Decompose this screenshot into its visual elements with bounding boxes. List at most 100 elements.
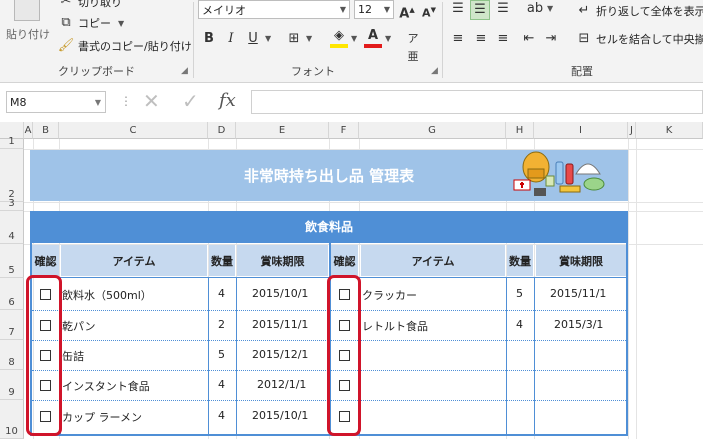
- underline-button[interactable]: U: [244, 30, 262, 48]
- font-color-icon[interactable]: A: [364, 28, 382, 48]
- header-qty-left: 数量: [209, 245, 235, 276]
- formula-input[interactable]: [251, 90, 703, 114]
- sheet-title-text: 非常時持ち出し品 管理表: [243, 167, 415, 185]
- decrease-indent-icon[interactable]: ⇤: [520, 30, 538, 48]
- paste-button[interactable]: 貼り付け: [4, 0, 50, 48]
- font-name-select[interactable]: メイリオ ▼: [198, 0, 350, 19]
- expiry-cell[interactable]: 2015/11/1: [252, 318, 308, 331]
- chevron-down-icon[interactable]: ▼: [265, 34, 271, 43]
- cut-button[interactable]: ✂ 切り取り: [57, 0, 122, 10]
- column-header-k[interactable]: K: [636, 122, 703, 139]
- align-center-icon[interactable]: ≡: [472, 30, 490, 48]
- column-header-i[interactable]: I: [534, 122, 628, 139]
- bold-button[interactable]: B: [200, 30, 218, 48]
- phonetic-icon[interactable]: ア亜: [404, 30, 422, 63]
- backpack-pocket: [527, 168, 545, 179]
- item-cell[interactable]: レトルト食品: [362, 318, 428, 334]
- column-header-c[interactable]: C: [59, 122, 208, 139]
- bottle-shape: [555, 161, 564, 185]
- column-header-f[interactable]: F: [329, 122, 359, 139]
- insert-function-icon[interactable]: fx: [219, 90, 236, 111]
- chevron-down-icon[interactable]: ▼: [547, 4, 553, 13]
- column-header-b[interactable]: B: [33, 122, 59, 139]
- column-header-h[interactable]: H: [506, 122, 534, 139]
- grow-font-icon[interactable]: A▲: [398, 1, 416, 21]
- gridline: [628, 139, 629, 439]
- italic-button[interactable]: I: [222, 30, 240, 48]
- header-expiry-left: 賞味期限: [237, 245, 328, 276]
- ribbon: 貼り付け ✂ 切り取り ⧉ コピー ▼ 🖌 書式のコピー/貼り付け クリップボー…: [0, 0, 703, 83]
- cancel-icon[interactable]: ✕: [143, 89, 160, 113]
- increase-indent-icon[interactable]: ⇥: [542, 30, 560, 48]
- font-size-select[interactable]: 12 ▼: [354, 0, 394, 19]
- chevron-down-icon[interactable]: ▼: [306, 34, 312, 43]
- align-top-icon[interactable]: ☰: [449, 0, 467, 18]
- qty-cell[interactable]: 5: [218, 348, 225, 361]
- highlight-box-right: [327, 275, 361, 436]
- expiry-cell[interactable]: 2012/1/1: [257, 378, 306, 391]
- expiry-cell[interactable]: 2015/12/1: [252, 348, 308, 361]
- emergency-goods-illustration: [513, 151, 605, 196]
- merge-center-label: セルを結合して中央揃え: [596, 33, 703, 46]
- expiry-cell[interactable]: 2015/11/1: [550, 287, 606, 300]
- item-cell[interactable]: 飲料水（500ml）: [62, 287, 152, 303]
- format-painter-button[interactable]: 🖌 書式のコピー/貼り付け: [57, 37, 192, 55]
- qty-cell[interactable]: 4: [218, 287, 225, 300]
- row-header-2[interactable]: 2: [0, 149, 24, 202]
- clipboard-launcher-icon[interactable]: ◢: [181, 66, 188, 76]
- row-header-9[interactable]: 9: [0, 370, 24, 400]
- item-cell[interactable]: インスタント食品: [62, 378, 150, 394]
- enter-icon[interactable]: ✓: [182, 89, 199, 113]
- row-header-5[interactable]: 5: [0, 244, 24, 278]
- align-bottom-icon[interactable]: ☰: [494, 0, 512, 18]
- row-header-4[interactable]: 4: [0, 211, 24, 244]
- header-qty-right: 数量: [507, 245, 533, 276]
- column-header-a[interactable]: A: [24, 122, 33, 139]
- header-check-left: 確認: [32, 245, 59, 276]
- column-header-g[interactable]: G: [359, 122, 506, 139]
- fill-color-icon[interactable]: ◈: [330, 28, 348, 48]
- item-cell[interactable]: 乾パン: [62, 318, 96, 334]
- chevron-down-icon[interactable]: ▼: [385, 34, 391, 43]
- group-divider: [193, 2, 194, 78]
- qty-cell[interactable]: 4: [218, 378, 225, 391]
- row-header-10[interactable]: 10: [0, 400, 24, 439]
- row-header-6[interactable]: 6: [0, 278, 24, 310]
- qty-cell[interactable]: 4: [516, 318, 523, 331]
- row-header-1[interactable]: 1: [0, 136, 24, 149]
- row-header-3[interactable]: 3: [0, 198, 24, 211]
- item-cell[interactable]: クラッカー: [362, 287, 417, 303]
- column-header-d[interactable]: D: [208, 122, 236, 139]
- qty-cell[interactable]: 2: [218, 318, 225, 331]
- name-box[interactable]: M8 ▼: [6, 91, 106, 113]
- qty-cell[interactable]: 5: [516, 287, 523, 300]
- orientation-icon[interactable]: ab: [526, 0, 544, 18]
- qty-cell[interactable]: 4: [218, 409, 225, 422]
- font-launcher-icon[interactable]: ◢: [431, 66, 438, 76]
- merge-center-icon: ⊟: [578, 31, 590, 46]
- expiry-cell[interactable]: 2015/10/1: [252, 287, 308, 300]
- shrink-font-icon[interactable]: A▼: [420, 1, 438, 20]
- borders-icon[interactable]: ⊞: [285, 30, 303, 48]
- align-right-icon[interactable]: ≡: [494, 30, 512, 48]
- align-middle-icon[interactable]: ☰: [470, 0, 490, 20]
- paste-icon: [14, 0, 40, 21]
- row-header-8[interactable]: 8: [0, 340, 24, 370]
- font-group-label: フォント: [291, 65, 335, 78]
- merge-center-button[interactable]: ⊟ セルを結合して中央揃え: [575, 30, 703, 48]
- copy-button[interactable]: ⧉ コピー ▼: [57, 14, 124, 32]
- align-left-icon[interactable]: ≡: [449, 30, 467, 48]
- wrap-text-button[interactable]: ↵ 折り返して全体を表示する: [575, 2, 703, 20]
- row-header-7[interactable]: 7: [0, 310, 24, 340]
- chevron-down-icon[interactable]: ▼: [351, 34, 357, 43]
- expiry-cell[interactable]: 2015/10/1: [252, 409, 308, 422]
- item-cell[interactable]: カップ ラーメン: [62, 409, 142, 425]
- radio-shape: [534, 188, 546, 196]
- item-cell[interactable]: 缶詰: [62, 348, 84, 364]
- column-header-e[interactable]: E: [236, 122, 329, 139]
- chevron-down-icon[interactable]: ▼: [118, 19, 124, 28]
- expiry-cell[interactable]: 2015/3/1: [554, 318, 603, 331]
- bottle-shape: [565, 163, 574, 185]
- column-header-j[interactable]: J: [628, 122, 636, 139]
- chevron-down-icon: ▼: [94, 97, 101, 107]
